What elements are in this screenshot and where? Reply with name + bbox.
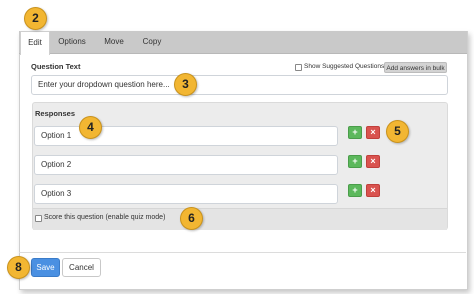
callout-3: 3 [174,73,197,96]
callout-8: 8 [7,256,30,279]
show-suggested-checkbox[interactable] [295,64,302,71]
delete-option-1-button[interactable]: × [366,126,380,139]
score-question-label: Score this question (enable quiz mode) [44,214,166,221]
callout-5: 5 [386,120,409,143]
tab-move[interactable]: Move [97,31,131,53]
callout-2: 2 [24,7,47,30]
response-option-3-input[interactable]: Option 3 [34,184,338,204]
save-button[interactable]: Save [31,258,60,277]
question-text-input[interactable]: Enter your dropdown question here... [31,75,448,95]
response-option-2-input[interactable]: Option 2 [34,155,338,175]
show-suggested-label: Show Suggested Questions [304,63,385,70]
question-text-label: Question Text [31,62,81,71]
add-answers-in-bulk-button[interactable]: Add answers in bulk [384,62,447,73]
add-option-2-button[interactable]: + [348,155,362,168]
score-question-checkbox[interactable] [35,215,42,222]
responses-label: Responses [35,109,76,118]
callout-6: 6 [180,207,203,230]
delete-option-2-button[interactable]: × [366,155,380,168]
delete-option-3-button[interactable]: × [366,184,380,197]
add-option-3-button[interactable]: + [348,184,362,197]
tab-options[interactable]: Options [52,31,92,53]
tab-copy[interactable]: Copy [137,31,167,53]
footer-divider [19,252,466,253]
add-option-1-button[interactable]: + [348,126,362,139]
callout-4: 4 [79,116,102,139]
tab-edit[interactable]: Edit [20,31,50,55]
cancel-button[interactable]: Cancel [62,258,101,277]
